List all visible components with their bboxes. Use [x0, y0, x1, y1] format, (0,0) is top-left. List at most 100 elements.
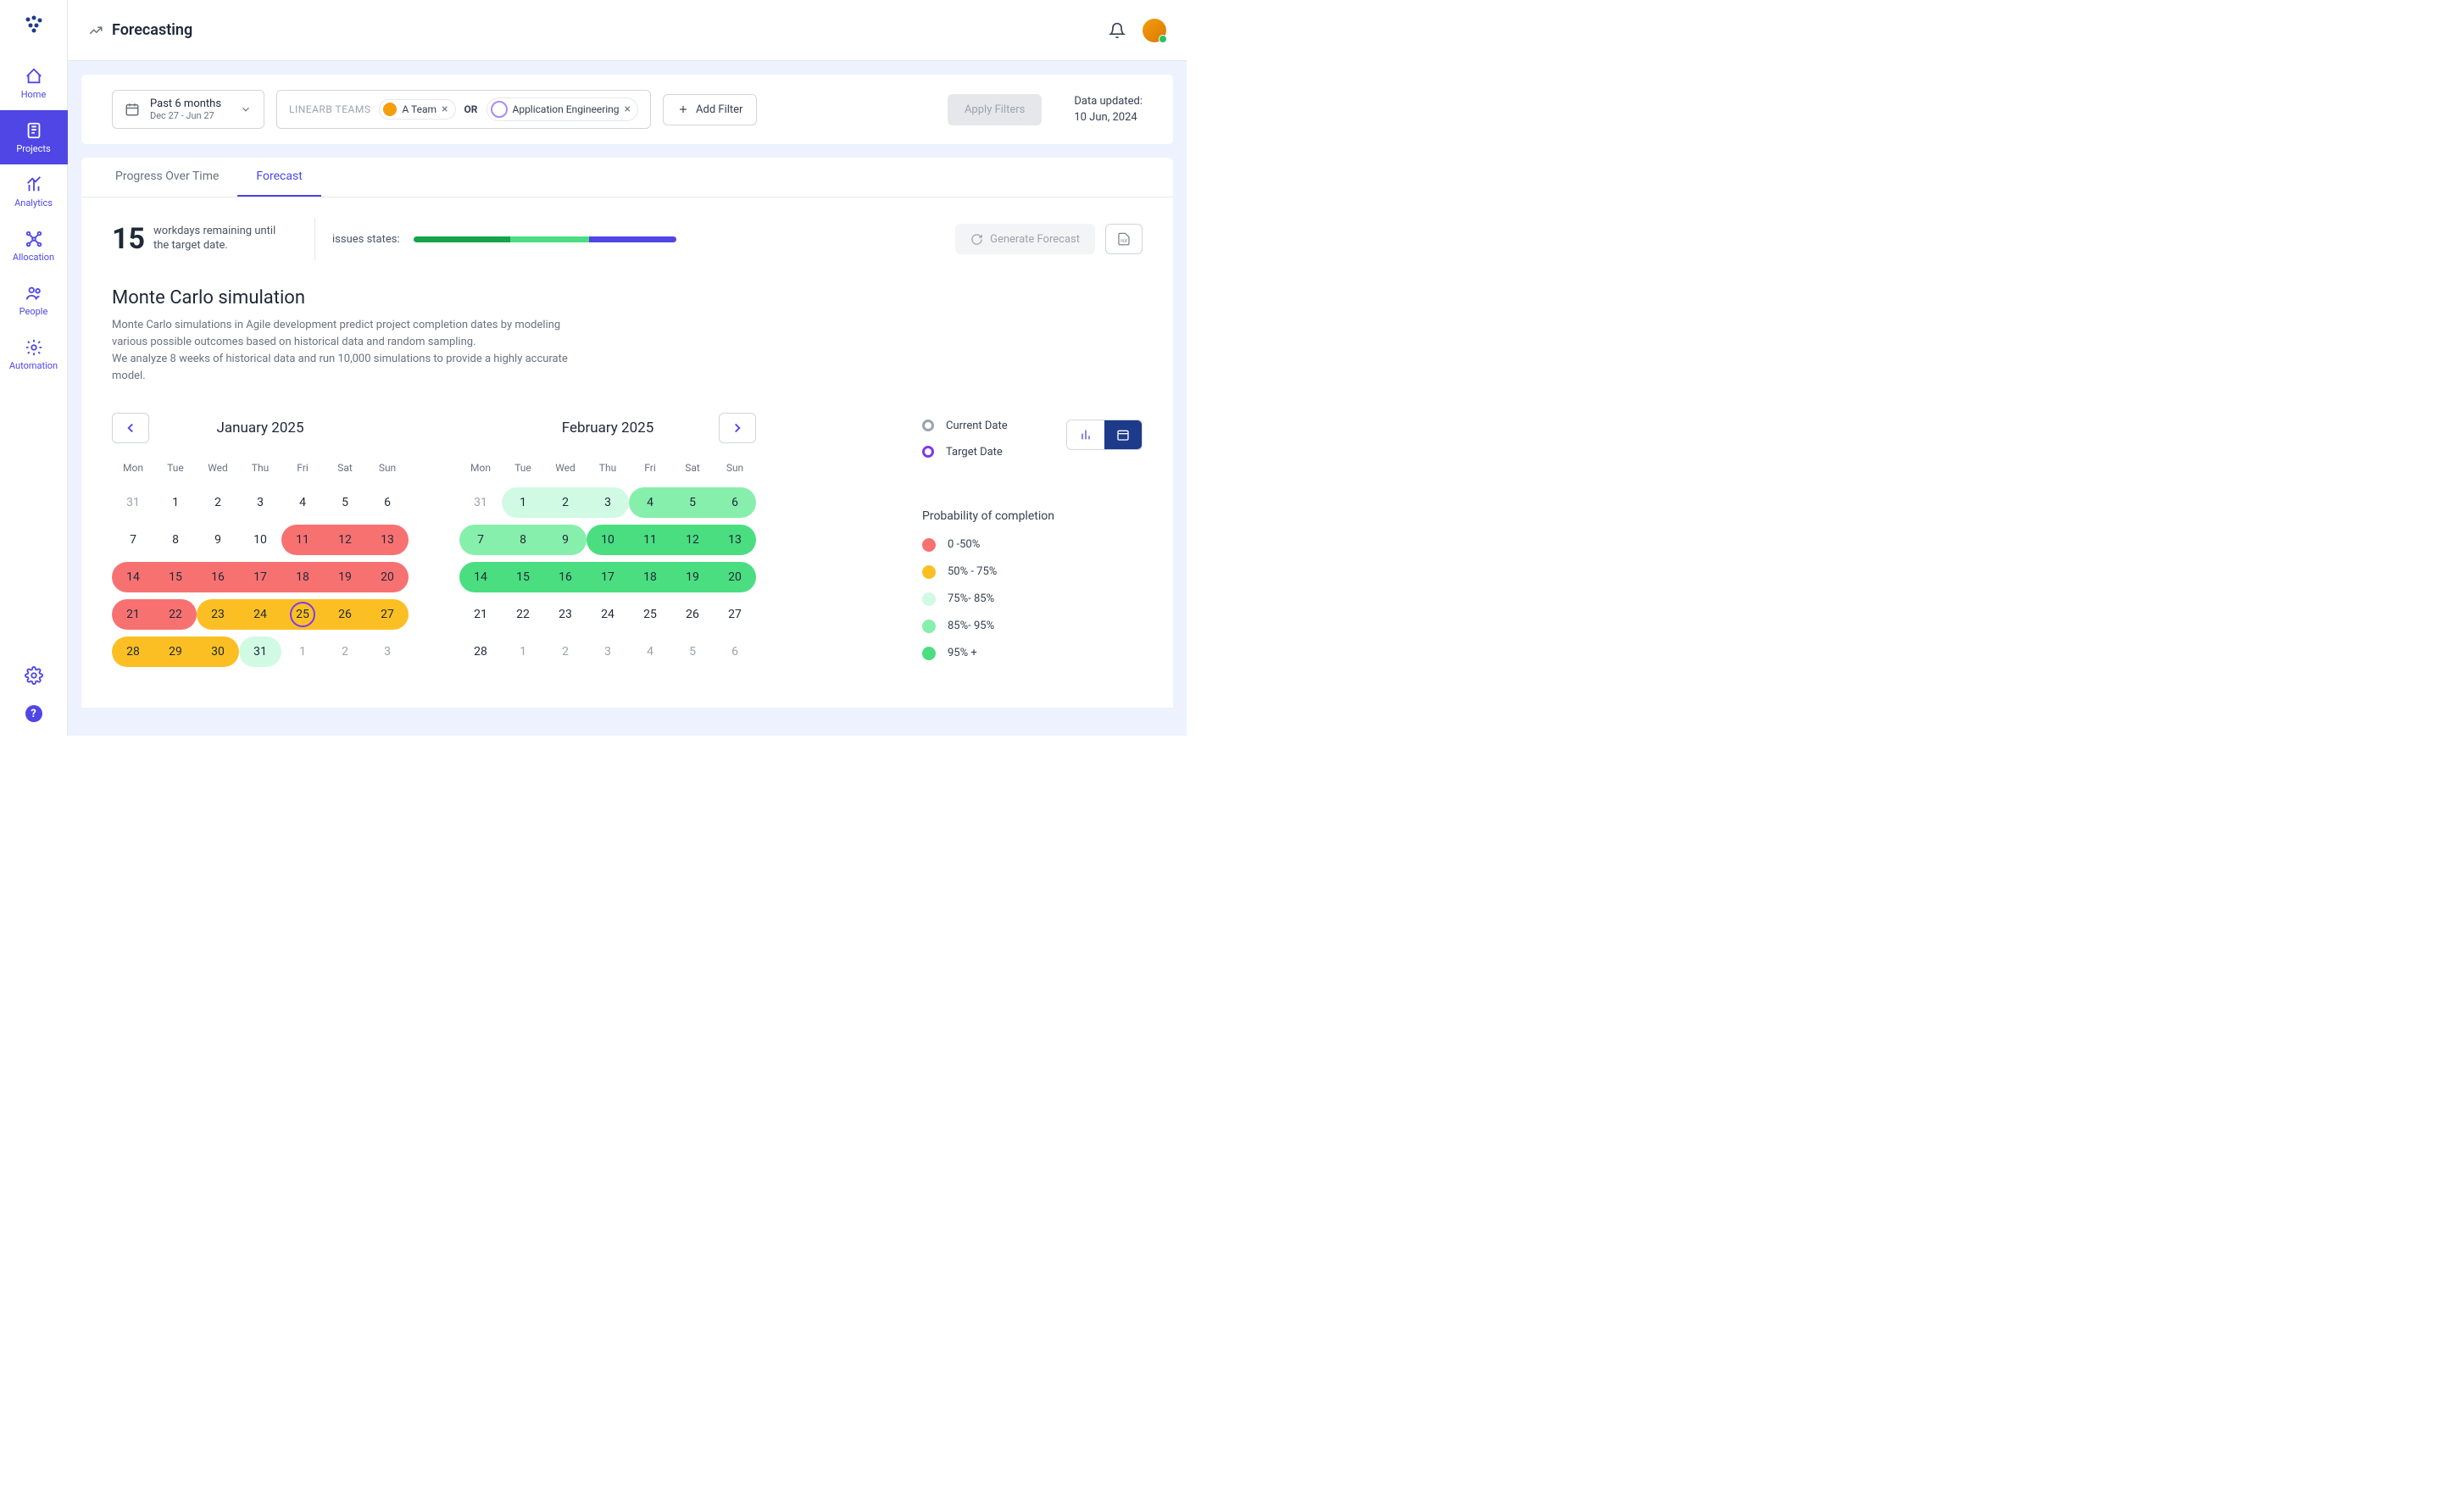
calendar-day[interactable]: 25 [281, 596, 324, 633]
calendar-day[interactable]: 31 [112, 484, 154, 521]
sidebar-item-home[interactable]: Home [0, 56, 68, 110]
calendar-day[interactable]: 10 [587, 521, 629, 559]
calendar-day[interactable]: 31 [459, 484, 502, 521]
calendar-day[interactable]: 1 [502, 484, 544, 521]
date-range-sub: Dec 27 - Jun 27 [150, 110, 221, 121]
date-range-picker[interactable]: Past 6 months Dec 27 - Jun 27 [112, 90, 264, 129]
calendar-title: February 2025 [562, 420, 654, 436]
tab-forecast[interactable]: Forecast [237, 158, 320, 197]
calendar-day[interactable]: 22 [154, 596, 197, 633]
calendar-day[interactable]: 7 [459, 521, 502, 559]
calendar-day[interactable]: 31 [239, 633, 281, 670]
calendar-day[interactable]: 16 [544, 559, 587, 596]
sidebar-item-automation[interactable]: Automation [0, 327, 68, 381]
calendar-day[interactable]: 29 [154, 633, 197, 670]
calendar-day[interactable]: 8 [154, 521, 197, 559]
calendar-day[interactable]: 23 [544, 596, 587, 633]
calendar-day[interactable]: 3 [239, 484, 281, 521]
sidebar-item-analytics[interactable]: Analytics [0, 164, 68, 219]
calendar-day[interactable]: 2 [544, 633, 587, 670]
calendar-day[interactable]: 21 [112, 596, 154, 633]
calendar-day[interactable]: 18 [629, 559, 671, 596]
calendar-day[interactable]: 2 [197, 484, 239, 521]
calendar-day[interactable]: 13 [714, 521, 756, 559]
calendar-day[interactable]: 28 [459, 633, 502, 670]
calendar-day[interactable]: 1 [154, 484, 197, 521]
calendar-day[interactable]: 5 [671, 484, 714, 521]
team-chip-a[interactable]: A Team× [379, 99, 455, 120]
calendar-day[interactable]: 1 [281, 633, 324, 670]
close-icon[interactable]: × [625, 103, 631, 116]
calendar-day[interactable]: 9 [544, 521, 587, 559]
calendar-day[interactable]: 6 [714, 484, 756, 521]
calendar-day[interactable]: 4 [629, 484, 671, 521]
help-icon[interactable]: ? [25, 705, 42, 722]
calendar-day[interactable]: 15 [502, 559, 544, 596]
view-chart-button[interactable] [1067, 420, 1104, 449]
calendar-day[interactable]: 19 [671, 559, 714, 596]
add-filter-button[interactable]: Add Filter [663, 94, 757, 125]
calendar-day[interactable]: 11 [281, 521, 324, 559]
calendar-day[interactable]: 19 [324, 559, 366, 596]
calendar-day[interactable]: 30 [197, 633, 239, 670]
calendar-day[interactable]: 9 [197, 521, 239, 559]
calendar-icon [1116, 428, 1130, 442]
calendar-day[interactable]: 20 [366, 559, 409, 596]
calendar-day[interactable]: 5 [671, 633, 714, 670]
calendar-day[interactable]: 10 [239, 521, 281, 559]
calendar-day[interactable]: 12 [671, 521, 714, 559]
calendar-prev-button[interactable] [112, 413, 149, 443]
calendar-day[interactable]: 16 [197, 559, 239, 596]
sidebar-item-allocation[interactable]: Allocation [0, 219, 68, 273]
settings-icon[interactable] [25, 666, 43, 685]
dow-header: Tue [154, 455, 197, 484]
team-chip-b[interactable]: Application Engineering× [487, 97, 639, 121]
calendar-day[interactable]: 18 [281, 559, 324, 596]
calendar-day[interactable]: 24 [587, 596, 629, 633]
tab-progress[interactable]: Progress Over Time [97, 158, 237, 197]
calendar-day[interactable]: 28 [112, 633, 154, 670]
generate-forecast-button[interactable]: Generate Forecast [955, 224, 1095, 254]
calendar-day[interactable]: 23 [197, 596, 239, 633]
bell-icon[interactable] [1109, 22, 1126, 39]
calendar-day[interactable]: 17 [239, 559, 281, 596]
view-calendar-button[interactable] [1104, 420, 1142, 449]
calendar-day[interactable]: 13 [366, 521, 409, 559]
calendar-day[interactable]: 25 [629, 596, 671, 633]
calendar-day[interactable]: 2 [544, 484, 587, 521]
calendar-day[interactable]: 12 [324, 521, 366, 559]
calendar-day[interactable]: 24 [239, 596, 281, 633]
calendar-day[interactable]: 4 [629, 633, 671, 670]
sidebar-item-people[interactable]: People [0, 273, 68, 327]
calendar-day[interactable]: 27 [714, 596, 756, 633]
calendar-day[interactable]: 15 [154, 559, 197, 596]
color-swatch [922, 647, 936, 660]
calendar-day[interactable]: 22 [502, 596, 544, 633]
calendar-day[interactable]: 8 [502, 521, 544, 559]
calendar-day[interactable]: 1 [502, 633, 544, 670]
calendar-day[interactable]: 20 [714, 559, 756, 596]
calendar-day[interactable]: 14 [459, 559, 502, 596]
calendar-day[interactable]: 27 [366, 596, 409, 633]
calendar-day[interactable]: 14 [112, 559, 154, 596]
avatar[interactable] [1143, 19, 1166, 42]
sidebar-item-projects[interactable]: Projects [0, 110, 68, 164]
export-pdf-button[interactable]: PDF [1105, 224, 1143, 254]
apply-filters-button[interactable]: Apply Filters [948, 94, 1042, 125]
calendar-day[interactable]: 3 [587, 633, 629, 670]
calendar-day[interactable]: 3 [587, 484, 629, 521]
calendar-day[interactable]: 3 [366, 633, 409, 670]
calendar-day[interactable]: 26 [671, 596, 714, 633]
calendar-next-button[interactable] [719, 413, 756, 443]
calendar-day[interactable]: 17 [587, 559, 629, 596]
calendar-day[interactable]: 7 [112, 521, 154, 559]
calendar-day[interactable]: 11 [629, 521, 671, 559]
calendar-day[interactable]: 6 [714, 633, 756, 670]
calendar-day[interactable]: 26 [324, 596, 366, 633]
calendar-day[interactable]: 2 [324, 633, 366, 670]
calendar-day[interactable]: 21 [459, 596, 502, 633]
calendar-day[interactable]: 5 [324, 484, 366, 521]
close-icon[interactable]: × [442, 103, 448, 116]
calendar-day[interactable]: 4 [281, 484, 324, 521]
calendar-day[interactable]: 6 [366, 484, 409, 521]
